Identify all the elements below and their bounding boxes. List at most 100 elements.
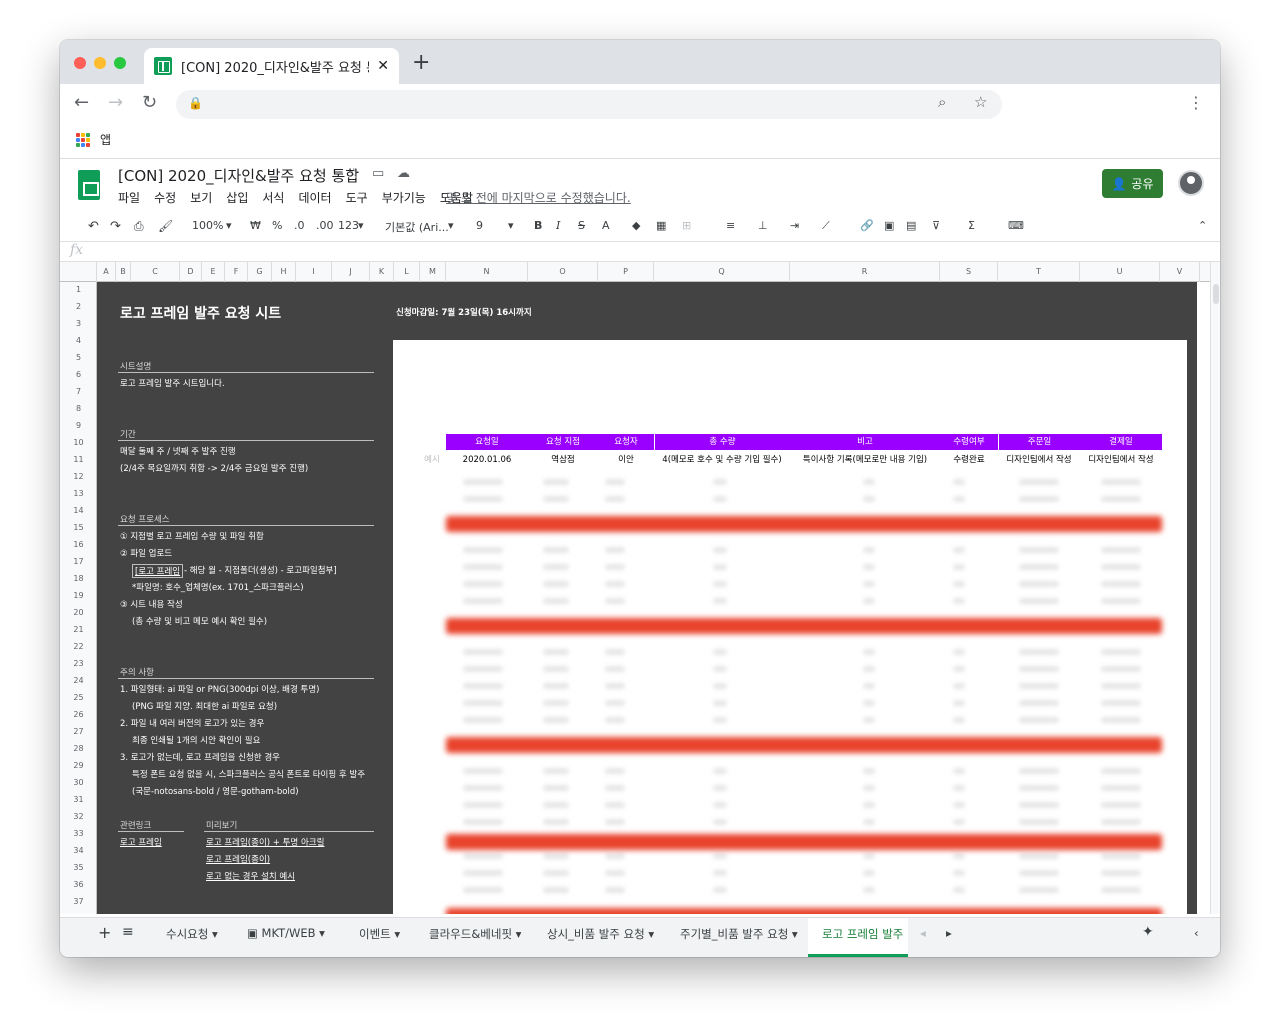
vertical-align-icon[interactable]: ⊥: [758, 219, 768, 232]
insert-chart-icon[interactable]: ▤: [906, 219, 916, 232]
menu-addons[interactable]: 부가기능: [382, 189, 426, 206]
menu-file[interactable]: 파일: [118, 189, 140, 206]
paint-format-icon[interactable]: 🖌: [158, 219, 173, 233]
text-rotation-icon[interactable]: ⟋: [822, 219, 830, 233]
bookmark-star-icon[interactable]: ☆: [974, 93, 987, 111]
explore-icon[interactable]: ✦: [1142, 924, 1154, 940]
add-sheet-icon[interactable]: +: [98, 923, 111, 942]
undo-icon[interactable]: ↶: [88, 219, 99, 234]
column-header[interactable]: D: [180, 262, 202, 282]
borders-icon[interactable]: ▦: [656, 219, 666, 232]
apps-label[interactable]: 앱: [100, 131, 111, 148]
row-header[interactable]: 35: [60, 863, 97, 872]
sheet-tab-2[interactable]: ▣ MKT/WEB ▾: [247, 926, 325, 940]
insert-comment-icon[interactable]: ▣: [884, 219, 894, 232]
sheet-tab-4[interactable]: 클라우드&베네핏 ▾: [429, 926, 521, 942]
row-header[interactable]: 17: [60, 557, 97, 566]
document-title[interactable]: [CON] 2020_디자인&발주 요청 통합: [118, 165, 359, 186]
insert-link-icon[interactable]: 🔗: [860, 219, 874, 232]
example-cell[interactable]: 디자인팀에서 작성: [998, 452, 1080, 468]
column-header[interactable]: H: [272, 262, 296, 282]
row-header[interactable]: 34: [60, 846, 97, 855]
row-header[interactable]: 9: [60, 421, 97, 430]
formula-bar[interactable]: fx: [60, 242, 1220, 262]
row-header[interactable]: 31: [60, 795, 97, 804]
row-header[interactable]: 11: [60, 455, 97, 464]
column-header[interactable]: N: [446, 262, 528, 282]
currency-format-button[interactable]: ₩: [250, 219, 261, 232]
row-header[interactable]: 37: [60, 897, 97, 906]
row-header[interactable]: 16: [60, 540, 97, 549]
font-chevron-down-icon[interactable]: ▾: [448, 219, 454, 232]
vertical-scrollbar[interactable]: [1210, 262, 1220, 914]
row-header[interactable]: 15: [60, 523, 97, 532]
scroll-tabs-left-icon[interactable]: ◂: [920, 926, 926, 940]
row-header[interactable]: 8: [60, 404, 97, 413]
column-header[interactable]: R: [790, 262, 940, 282]
filter-icon[interactable]: ⊽: [932, 219, 940, 232]
column-header[interactable]: K: [370, 262, 394, 282]
example-cell[interactable]: 수령완료: [940, 452, 998, 468]
minimize-window-button[interactable]: [94, 57, 106, 69]
menu-view[interactable]: 보기: [190, 189, 212, 206]
select-all-corner[interactable]: [60, 262, 97, 282]
related-link-logo-frame[interactable]: 로고 프레임: [120, 836, 162, 848]
maximize-window-button[interactable]: [114, 57, 126, 69]
column-header[interactable]: V: [1160, 262, 1200, 282]
row-header[interactable]: 24: [60, 676, 97, 685]
redo-icon[interactable]: ↷: [110, 219, 121, 234]
row-header[interactable]: 26: [60, 710, 97, 719]
column-header[interactable]: C: [131, 262, 180, 282]
sheets-logo-icon[interactable]: [78, 170, 100, 200]
column-header[interactable]: A: [97, 262, 116, 282]
column-header[interactable]: Q: [654, 262, 790, 282]
example-cell[interactable]: 이안: [598, 452, 654, 468]
column-header[interactable]: I: [296, 262, 332, 282]
column-header[interactable]: L: [394, 262, 420, 282]
scrollbar-thumb[interactable]: [1213, 284, 1219, 304]
browser-tab[interactable]: [CON] 2020_디자인&발주 요청 통 ✕: [144, 48, 399, 84]
font-size-select[interactable]: 9: [476, 219, 483, 232]
column-header[interactable]: G: [248, 262, 272, 282]
row-header[interactable]: 13: [60, 489, 97, 498]
row-header[interactable]: 32: [60, 812, 97, 821]
column-header[interactable]: O: [528, 262, 598, 282]
preview-link-paper[interactable]: 로고 프레임(종이): [206, 853, 270, 865]
zoom-chevron-down-icon[interactable]: ▾: [226, 219, 232, 232]
row-header[interactable]: 20: [60, 608, 97, 617]
row-header[interactable]: 36: [60, 880, 97, 889]
reload-icon[interactable]: ↻: [142, 92, 157, 113]
address-bar[interactable]: 🔒 ⌕ ☆: [176, 90, 1002, 119]
row-header[interactable]: 10: [60, 438, 97, 447]
more-formats-chevron-icon[interactable]: ▾: [358, 219, 364, 232]
forward-icon[interactable]: →: [108, 92, 123, 113]
column-header[interactable]: E: [202, 262, 225, 282]
row-header[interactable]: 19: [60, 591, 97, 600]
column-header[interactable]: P: [598, 262, 654, 282]
sheet-tab-1[interactable]: 수시요청 ▾: [166, 926, 218, 942]
browser-menu-icon[interactable]: ⋮: [1188, 93, 1204, 112]
account-avatar[interactable]: [1178, 170, 1204, 196]
font-family-select[interactable]: 기본값 (Ari...: [385, 219, 449, 235]
row-header[interactable]: 23: [60, 659, 97, 668]
row-header[interactable]: 7: [60, 387, 97, 396]
menu-format[interactable]: 서식: [262, 189, 284, 206]
side-panel-toggle-icon[interactable]: ‹: [1194, 926, 1199, 940]
menu-tools[interactable]: 도구: [346, 189, 368, 206]
preview-link-no-logo[interactable]: 로고 없는 경우 설치 예시: [206, 870, 295, 882]
print-icon[interactable]: ⎙: [134, 219, 144, 234]
close-window-button[interactable]: [74, 57, 86, 69]
share-button[interactable]: 👤 공유: [1102, 169, 1163, 198]
scroll-tabs-right-icon[interactable]: ▸: [946, 926, 952, 940]
column-header[interactable]: M: [420, 262, 446, 282]
increase-decimal-button[interactable]: .00: [316, 219, 334, 232]
example-cell[interactable]: 특이사항 기록(메모로만 내용 기입): [790, 452, 940, 468]
zoom-icon[interactable]: ⌕: [938, 93, 946, 111]
row-header[interactable]: 3: [60, 319, 97, 328]
sheet-tab-active[interactable]: 로고 프레임 발주 요: [808, 918, 908, 957]
row-header[interactable]: 29: [60, 761, 97, 770]
row-header[interactable]: 27: [60, 727, 97, 736]
menu-data[interactable]: 데이터: [298, 189, 331, 206]
move-folder-icon[interactable]: ▭: [372, 166, 384, 181]
logo-frame-folder-link[interactable]: [로고 프레임: [132, 564, 184, 578]
